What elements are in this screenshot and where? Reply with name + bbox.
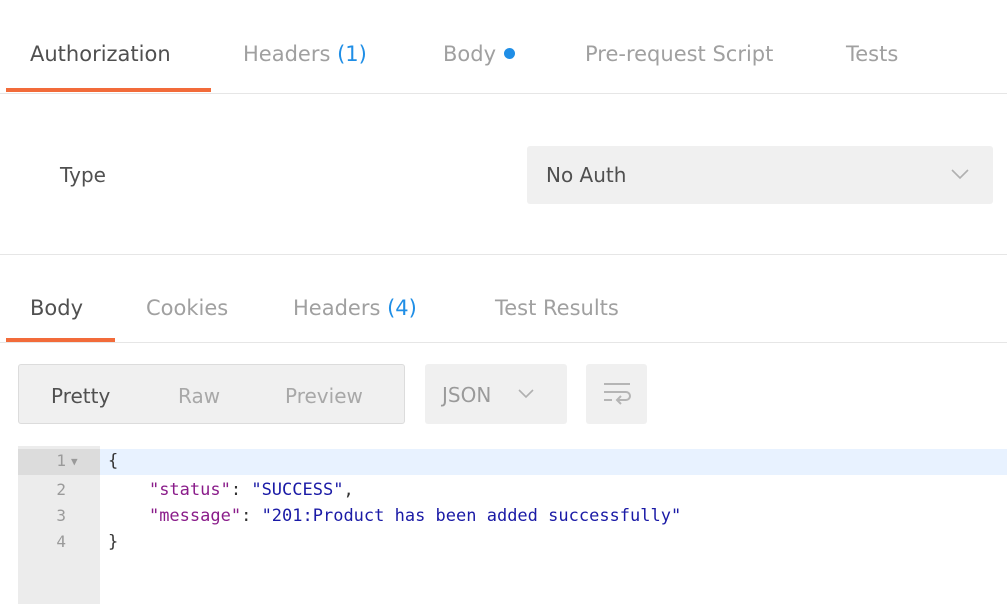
auth-type-value: No Auth (546, 163, 627, 187)
tab-authorization[interactable]: Authorization (30, 42, 171, 66)
code-line: "status": "SUCCESS", (148, 480, 354, 500)
code-line: "message": "201:Product has been added s… (148, 506, 682, 526)
line-number: 3 (56, 506, 66, 525)
tab-tests-label: Tests (846, 42, 899, 66)
format-value: JSON (442, 383, 492, 407)
pretty-button[interactable]: Pretty (51, 384, 110, 408)
wrap-lines-button[interactable] (586, 364, 647, 424)
message-key: "message" (148, 506, 242, 526)
message-value: "201:Product has been added successfully… (261, 506, 682, 526)
dot-indicator-icon (504, 48, 516, 59)
headers-count: (1) (337, 42, 367, 66)
tab-body[interactable]: Body (443, 42, 516, 66)
code-line: } (108, 532, 118, 552)
close-brace: } (108, 532, 119, 552)
active-tab-underline (6, 88, 211, 92)
tab-pre-request-label: Pre-request Script (585, 42, 774, 66)
tab-pre-request-script[interactable]: Pre-request Script (585, 42, 773, 66)
tab-response-headers[interactable]: Headers (4) (293, 296, 417, 320)
active-response-tab-underline (6, 338, 115, 342)
tab-cookies[interactable]: Cookies (146, 296, 228, 320)
auth-type-select[interactable]: No Auth (527, 146, 993, 204)
auth-type-label: Type (60, 163, 106, 187)
request-tabs: Authorization Headers (1) Body Pre-reque… (0, 0, 1007, 94)
tab-test-results-label: Test Results (495, 296, 619, 320)
tab-authorization-label: Authorization (30, 42, 171, 66)
line-number: 1 (56, 451, 66, 470)
active-line-highlight (100, 449, 1007, 475)
chevron-down-icon (518, 389, 534, 399)
tab-body-label: Body (443, 42, 497, 66)
chevron-down-icon (951, 169, 969, 180)
line-number: 2 (56, 480, 66, 499)
line-number: 4 (56, 532, 66, 551)
format-select[interactable]: JSON (425, 364, 567, 424)
fold-caret-icon[interactable]: ▼ (71, 455, 78, 468)
tab-tests[interactable]: Tests (846, 42, 898, 66)
preview-button[interactable]: Preview (285, 384, 363, 408)
tab-response-body[interactable]: Body (30, 296, 83, 320)
tab-test-results[interactable]: Test Results (495, 296, 619, 320)
raw-button[interactable]: Raw (178, 384, 220, 408)
tab-headers[interactable]: Headers (1) (243, 42, 367, 66)
status-key: "status" (148, 480, 231, 500)
tab-response-body-label: Body (30, 296, 84, 320)
wrap-lines-icon (604, 383, 631, 405)
tab-cookies-label: Cookies (146, 296, 229, 320)
response-headers-count: (4) (387, 296, 417, 320)
view-mode-group: Pretty Raw Preview (18, 364, 405, 424)
response-code-editor[interactable]: 1 ▼ 2 3 4 { "status": "SUCCESS", "messag… (18, 446, 1007, 604)
response-tabs: Body Cookies Headers (4) Test Results (0, 255, 1007, 343)
open-brace: { (108, 451, 119, 471)
tab-headers-label: Headers (243, 42, 331, 66)
status-value: "SUCCESS" (251, 480, 344, 500)
code-line: { (108, 451, 118, 471)
tab-response-headers-label: Headers (293, 296, 381, 320)
